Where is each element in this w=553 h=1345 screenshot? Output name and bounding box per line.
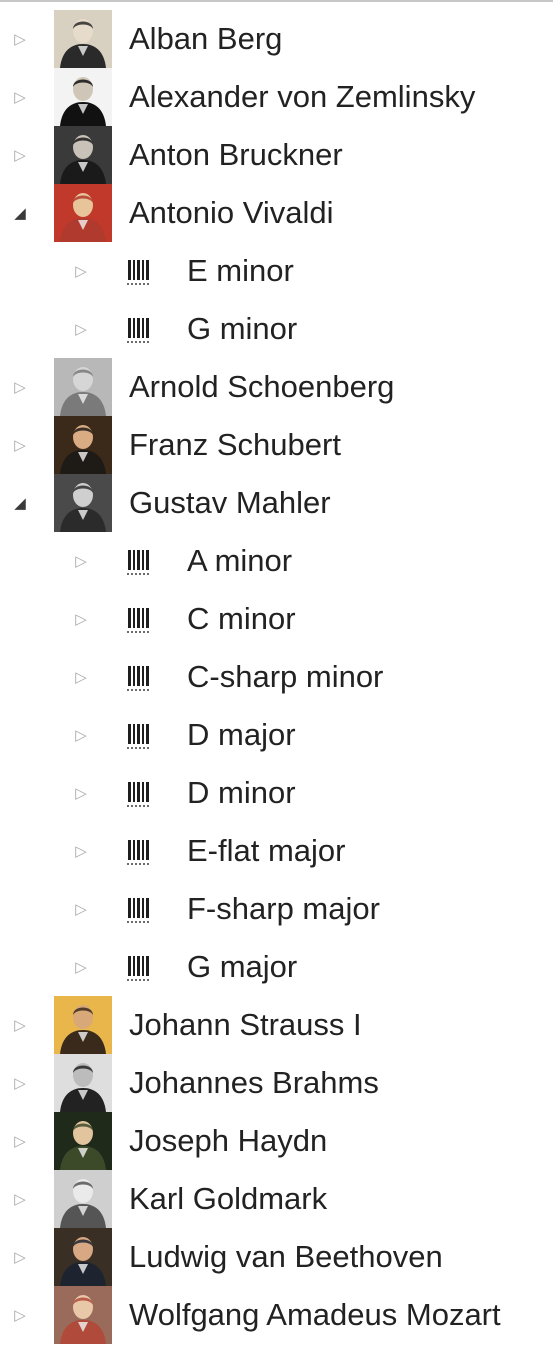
tree-row-key[interactable]: ▷ E-flat major (0, 822, 553, 880)
key-name: G major (187, 949, 298, 984)
tree-row-composer[interactable]: ◢ Gustav Mahler (0, 474, 553, 532)
score-icon (126, 896, 158, 924)
tree-row-composer[interactable]: ▷ Johannes Brahms (0, 1054, 553, 1112)
tree-row-key[interactable]: ▷ G minor (0, 300, 553, 358)
collapsed-arrow-icon[interactable]: ▷ (69, 764, 93, 822)
score-icon (126, 258, 158, 286)
score-icon (126, 722, 158, 750)
key-name: C minor (187, 601, 296, 636)
tree-row-composer[interactable]: ▷ Ludwig van Beethoven (0, 1228, 553, 1286)
collapsed-arrow-icon[interactable]: ▷ (8, 126, 32, 184)
composer-portrait (54, 184, 112, 242)
composer-portrait (54, 1112, 112, 1170)
composer-name: Johannes Brahms (129, 1065, 379, 1100)
composer-portrait (54, 68, 112, 126)
composer-name: Franz Schubert (129, 427, 341, 462)
collapsed-arrow-icon[interactable]: ▷ (8, 10, 32, 68)
collapsed-arrow-icon[interactable]: ▷ (69, 300, 93, 358)
collapsed-arrow-icon[interactable]: ▷ (69, 648, 93, 706)
composer-name: Joseph Haydn (129, 1123, 328, 1158)
tree-row-composer[interactable]: ▷ Karl Goldmark (0, 1170, 553, 1228)
collapsed-arrow-icon[interactable]: ▷ (69, 590, 93, 648)
expanded-arrow-icon[interactable]: ◢ (8, 184, 32, 242)
composer-name: Gustav Mahler (129, 485, 331, 520)
score-icon (126, 316, 158, 344)
collapsed-arrow-icon[interactable]: ▷ (69, 532, 93, 590)
tree-row-composer[interactable]: ▷ Anton Bruckner (0, 126, 553, 184)
score-icon (126, 548, 158, 576)
composer-name: Ludwig van Beethoven (129, 1239, 443, 1274)
tree-row-key[interactable]: ▷ D minor (0, 764, 553, 822)
collapsed-arrow-icon[interactable]: ▷ (8, 416, 32, 474)
score-icon (126, 664, 158, 692)
collapsed-arrow-icon[interactable]: ▷ (8, 68, 32, 126)
collapsed-arrow-icon[interactable]: ▷ (8, 1228, 32, 1286)
top-border (0, 0, 553, 2)
tree-row-key[interactable]: ▷ G major (0, 938, 553, 996)
tree-row-composer[interactable]: ▷ Wolfgang Amadeus Mozart (0, 1286, 553, 1344)
tree-row-key[interactable]: ▷ C-sharp minor (0, 648, 553, 706)
composer-name: Wolfgang Amadeus Mozart (129, 1297, 501, 1332)
composer-portrait (54, 358, 112, 416)
key-name: E-flat major (187, 833, 346, 868)
collapsed-arrow-icon[interactable]: ▷ (8, 996, 32, 1054)
collapsed-arrow-icon[interactable]: ▷ (69, 880, 93, 938)
score-icon (126, 780, 158, 808)
composer-name: Alban Berg (129, 21, 283, 56)
composer-portrait (54, 1054, 112, 1112)
composer-portrait (54, 1228, 112, 1286)
score-icon (126, 954, 158, 982)
collapsed-arrow-icon[interactable]: ▷ (69, 938, 93, 996)
tree-row-composer[interactable]: ▷ Johann Strauss I (0, 996, 553, 1054)
collapsed-arrow-icon[interactable]: ▷ (8, 1170, 32, 1228)
key-name: G minor (187, 311, 298, 346)
key-name: E minor (187, 253, 294, 288)
composer-portrait (54, 996, 112, 1054)
key-name: D minor (187, 775, 296, 810)
score-icon (126, 606, 158, 634)
collapsed-arrow-icon[interactable]: ▷ (8, 1112, 32, 1170)
composer-name: Alexander von Zemlinsky (129, 79, 476, 114)
composer-portrait (54, 416, 112, 474)
key-name: C-sharp minor (187, 659, 384, 694)
collapsed-arrow-icon[interactable]: ▷ (69, 822, 93, 880)
composer-name: Anton Bruckner (129, 137, 343, 172)
key-name: A minor (187, 543, 293, 578)
score-icon (126, 838, 158, 866)
tree-row-key[interactable]: ▷ E minor (0, 242, 553, 300)
composer-portrait (54, 474, 112, 532)
key-name: D major (187, 717, 296, 752)
tree-row-composer[interactable]: ◢ Antonio Vivaldi (0, 184, 553, 242)
composer-portrait (54, 1170, 112, 1228)
tree-row-composer[interactable]: ▷ Alban Berg (0, 10, 553, 68)
tree-row-composer[interactable]: ▷ Joseph Haydn (0, 1112, 553, 1170)
expanded-arrow-icon[interactable]: ◢ (8, 474, 32, 532)
composer-tree[interactable]: ▷ Alban Berg ▷ Alexander von Zemlinsky ▷ Anto… (0, 10, 553, 1344)
collapsed-arrow-icon[interactable]: ▷ (8, 1286, 32, 1344)
composer-portrait (54, 10, 112, 68)
collapsed-arrow-icon[interactable]: ▷ (69, 706, 93, 764)
key-name: F-sharp major (187, 891, 380, 926)
tree-row-composer[interactable]: ▷ Franz Schubert (0, 416, 553, 474)
tree-row-key[interactable]: ▷ C minor (0, 590, 553, 648)
collapsed-arrow-icon[interactable]: ▷ (8, 358, 32, 416)
composer-name: Karl Goldmark (129, 1181, 328, 1216)
collapsed-arrow-icon[interactable]: ▷ (8, 1054, 32, 1112)
tree-row-composer[interactable]: ▷ Alexander von Zemlinsky (0, 68, 553, 126)
composer-name: Johann Strauss I (129, 1007, 362, 1042)
tree-row-key[interactable]: ▷ A minor (0, 532, 553, 590)
composer-portrait (54, 1286, 112, 1344)
tree-row-key[interactable]: ▷ F-sharp major (0, 880, 553, 938)
tree-row-composer[interactable]: ▷ Arnold Schoenberg (0, 358, 553, 416)
tree-row-key[interactable]: ▷ D major (0, 706, 553, 764)
collapsed-arrow-icon[interactable]: ▷ (69, 242, 93, 300)
composer-portrait (54, 126, 112, 184)
composer-name: Arnold Schoenberg (129, 369, 395, 404)
composer-name: Antonio Vivaldi (129, 195, 334, 230)
